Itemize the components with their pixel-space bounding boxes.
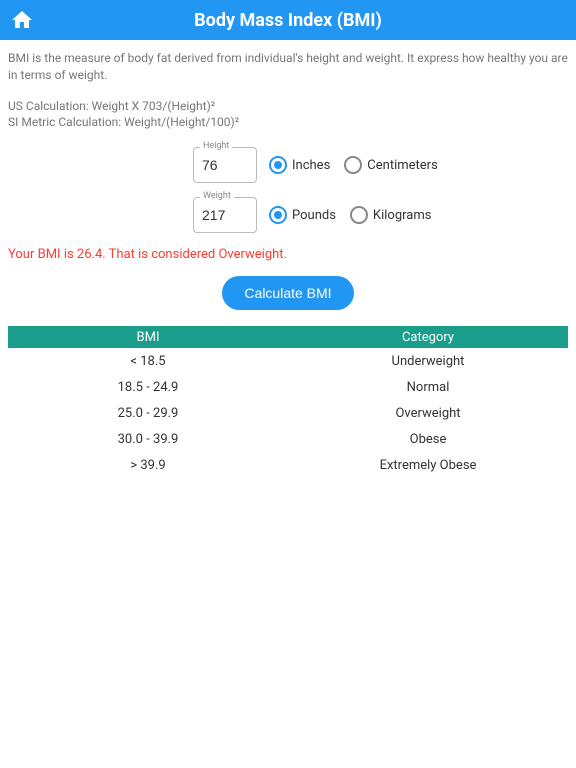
height-unit-centimeters[interactable]: Centimeters [344, 156, 438, 174]
radio-label: Centimeters [367, 158, 438, 173]
radio-label: Pounds [292, 208, 336, 223]
bmi-result: Your BMI is 26.4. That is considered Ove… [8, 247, 568, 262]
weight-input[interactable] [202, 207, 248, 223]
radio-label: Kilograms [373, 208, 432, 223]
header-category: Category [288, 330, 568, 345]
table-header: BMI Category [8, 326, 568, 348]
cell-bmi: 30.0 - 39.9 [8, 432, 288, 447]
page-title: Body Mass Index (BMI) [194, 10, 382, 31]
radio-icon [350, 206, 368, 224]
radio-label: Inches [292, 158, 330, 173]
home-icon[interactable] [10, 8, 34, 32]
table-row: 18.5 - 24.9 Normal [8, 374, 568, 400]
main-content: BMI is the measure of body fat derived f… [0, 40, 576, 488]
radio-icon [344, 156, 362, 174]
height-field-wrap: Height [193, 147, 257, 183]
cell-bmi: 18.5 - 24.9 [8, 380, 288, 395]
cell-bmi: < 18.5 [8, 354, 288, 369]
cell-category: Underweight [288, 354, 568, 369]
calculate-button[interactable]: Calculate BMI [222, 276, 353, 310]
radio-icon [269, 206, 287, 224]
cell-category: Obese [288, 432, 568, 447]
weight-unit-group: Pounds Kilograms [269, 206, 431, 224]
height-unit-group: Inches Centimeters [269, 156, 438, 174]
intro-text: BMI is the measure of body fat derived f… [8, 50, 568, 84]
cell-bmi: 25.0 - 29.9 [8, 406, 288, 421]
table-row: 30.0 - 39.9 Obese [8, 426, 568, 452]
weight-unit-pounds[interactable]: Pounds [269, 206, 336, 224]
radio-icon [269, 156, 287, 174]
height-label: Height [200, 141, 232, 151]
cell-bmi: > 39.9 [8, 458, 288, 473]
header-bmi: BMI [8, 330, 288, 345]
cell-category: Normal [288, 380, 568, 395]
height-input[interactable] [202, 157, 248, 173]
us-formula: US Calculation: Weight X 703/(Height)² [8, 98, 568, 115]
table-row: > 39.9 Extremely Obese [8, 452, 568, 478]
weight-row: Weight Pounds Kilograms [8, 197, 568, 233]
weight-label: Weight [200, 191, 234, 201]
table-row: < 18.5 Underweight [8, 348, 568, 374]
si-formula: SI Metric Calculation: Weight/(Height/10… [8, 114, 568, 131]
cell-category: Overweight [288, 406, 568, 421]
height-row: Height Inches Centimeters [8, 147, 568, 183]
weight-field-wrap: Weight [193, 197, 257, 233]
formula-block: US Calculation: Weight X 703/(Height)² S… [8, 98, 568, 132]
cell-category: Extremely Obese [288, 458, 568, 473]
height-unit-inches[interactable]: Inches [269, 156, 330, 174]
table-row: 25.0 - 29.9 Overweight [8, 400, 568, 426]
weight-unit-kilograms[interactable]: Kilograms [350, 206, 432, 224]
app-header: Body Mass Index (BMI) [0, 0, 576, 40]
bmi-table: BMI Category < 18.5 Underweight 18.5 - 2… [8, 326, 568, 478]
